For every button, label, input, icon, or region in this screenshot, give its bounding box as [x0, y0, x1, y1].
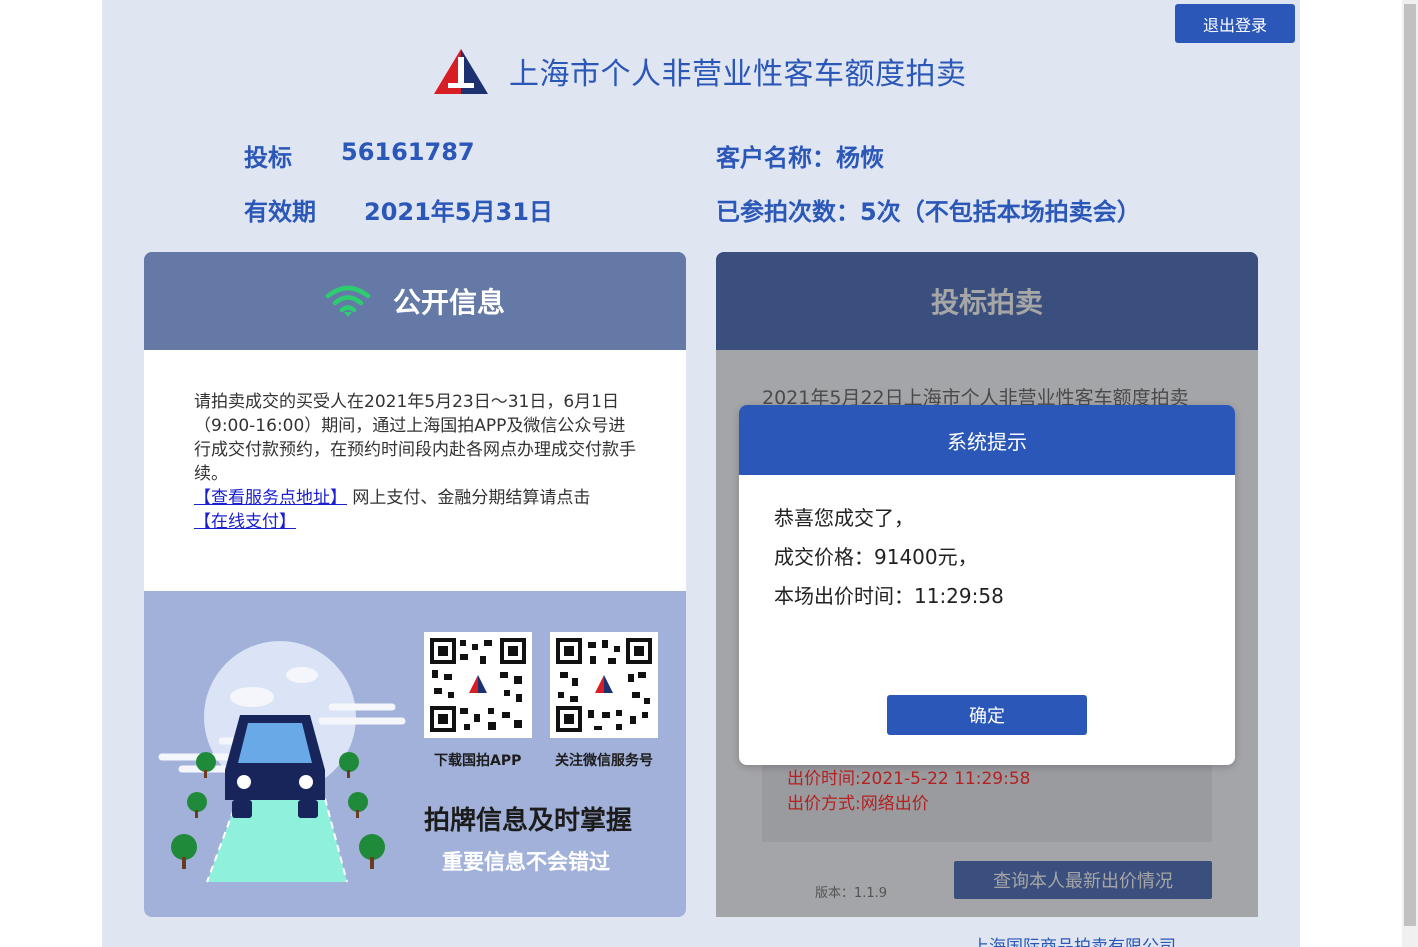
dialog-confirm-button[interactable]: 确定	[887, 695, 1087, 735]
bid-label: 投标	[244, 144, 292, 172]
footer-company: 上海国际商品拍卖有限公司	[972, 937, 1176, 947]
customer-name: 客户名称：杨恢	[716, 144, 884, 172]
bid-number: 56161787	[341, 138, 475, 166]
public-info-title: 公开信息	[392, 286, 505, 319]
bidding-header: 投标拍卖	[716, 252, 1258, 350]
bid-method: 出价方式:网络出价	[787, 794, 929, 814]
public-info-card: 公开信息 请拍卖成交的买受人在2021年5月23日～31日，6月1日（9:00-…	[144, 252, 686, 917]
qr-code-wechat-icon	[550, 632, 658, 738]
qr-wechat-label: 关注微信服务号	[555, 753, 653, 769]
site-header: 上海市个人非营业性客车额度拍卖	[433, 46, 967, 96]
notice-panel: 请拍卖成交的买受人在2021年5月23日～31日，6月1日（9:00-16:00…	[144, 350, 686, 591]
auction-logo-icon	[434, 49, 488, 94]
slogan-main: 拍牌信息及时掌握	[424, 806, 633, 836]
dialog-line-congrats: 恭喜您成交了，	[774, 506, 914, 530]
page-title: 上海市个人非营业性客车额度拍卖	[509, 57, 967, 92]
payment-hint: 网上支付、金融分期结算请点击	[352, 488, 591, 508]
dialog-line-price: 成交价格：91400元，	[774, 545, 978, 569]
dialog-line-time: 本场出价时间：11:29:58	[774, 584, 1004, 608]
query-latest-bid-button[interactable]: 查询本人最新出价情况	[954, 861, 1212, 899]
validity-date: 2021年5月31日	[364, 198, 553, 226]
car-illustration	[158, 641, 406, 883]
qr-app-label: 下载国拍APP	[434, 753, 522, 769]
scrollbar-thumb[interactable]	[1404, 4, 1416, 926]
public-info-header: 公开信息	[144, 252, 686, 350]
system-dialog: 系统提示 恭喜您成交了， 成交价格：91400元， 本场出价时间：11:29:5…	[739, 405, 1235, 765]
notice-text: 请拍卖成交的买受人在2021年5月23日～31日，6月1日（9:00-16:00…	[194, 392, 636, 484]
validity-label: 有效期	[244, 198, 316, 226]
bid-time: 出价时间:2021-5-22 11:29:58	[787, 769, 1031, 789]
online-payment-link[interactable]: 【在线支付】	[194, 512, 296, 532]
wifi-icon	[325, 285, 371, 317]
qr-code-app-icon	[424, 632, 532, 738]
bidding-title: 投标拍卖	[930, 286, 1043, 319]
notice-block: 请拍卖成交的买受人在2021年5月23日～31日，6月1日（9:00-16:00…	[194, 390, 639, 534]
participation-count: 已参拍次数：5次（不包括本场拍卖会）	[716, 198, 1141, 226]
version-label: 版本：1.1.9	[815, 886, 888, 901]
slogan-sub: 重要信息不会错过	[442, 850, 610, 874]
dialog-title: 系统提示	[739, 405, 1235, 475]
logout-button[interactable]: 退出登录	[1175, 4, 1295, 43]
service-address-link[interactable]: 【查看服务点地址】	[194, 488, 347, 508]
